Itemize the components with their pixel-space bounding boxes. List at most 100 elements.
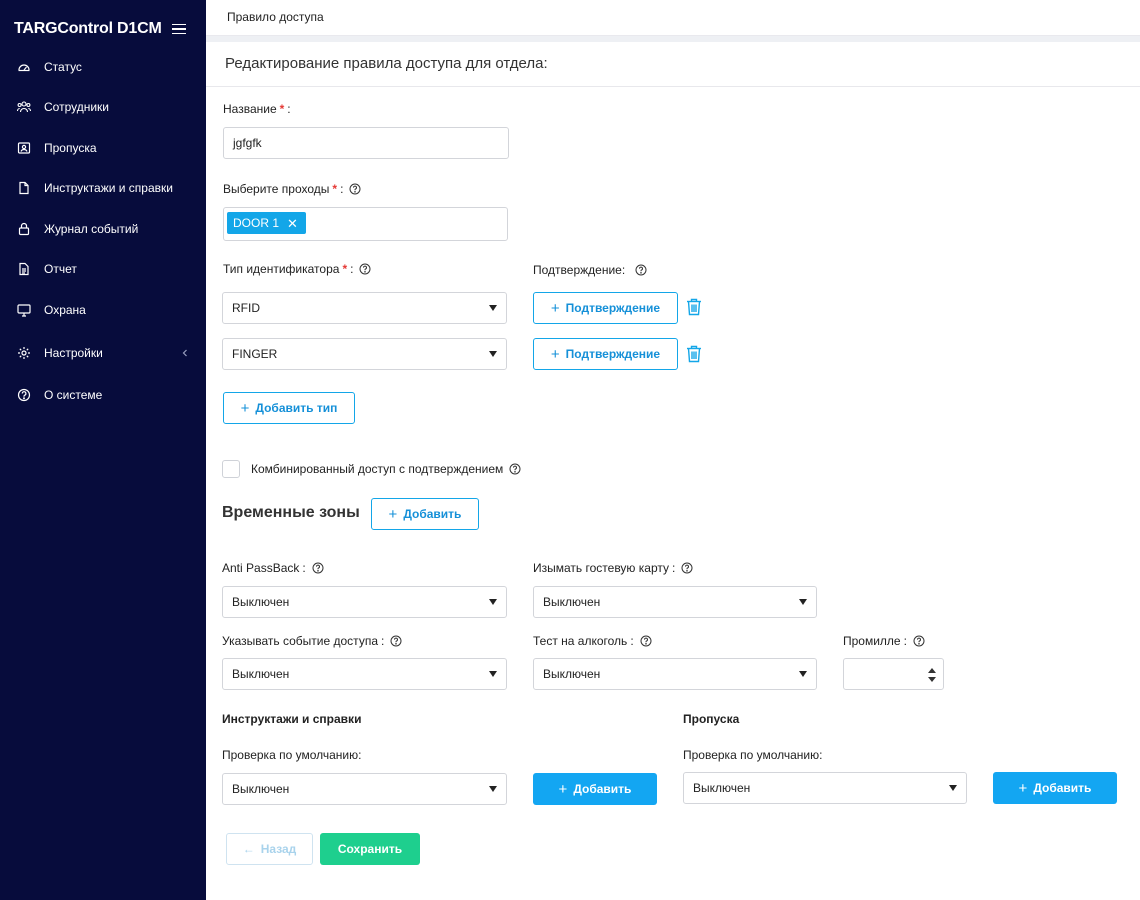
close-icon[interactable]: ✕ (287, 217, 298, 230)
combined-access-label: Комбинированный доступ с подтверждением (251, 462, 521, 476)
passage-tag: DOOR 1 ✕ (227, 212, 306, 234)
alcohol-test-select[interactable]: Выключен (533, 658, 817, 690)
sidebar-item-passes[interactable]: Пропуска (0, 134, 206, 162)
id-type-label: Тип идентификатора *: (223, 262, 371, 276)
page-title: Правило доступа (227, 10, 324, 24)
guest-card-label: Изымать гостевую карту: (533, 561, 693, 575)
required-mark: * (279, 102, 285, 116)
caret-down-icon (949, 785, 957, 791)
button-label: Подтверждение (565, 301, 661, 315)
access-event-label-text: Указывать событие доступа (222, 634, 378, 648)
id-type-value: RFID (232, 301, 260, 315)
sidebar-item-label: Журнал событий (44, 222, 139, 236)
plus-icon: + (388, 505, 398, 523)
alcohol-test-label-text: Тест на алкоголь (533, 634, 628, 648)
sidebar-item-about[interactable]: О системе (0, 381, 206, 409)
select-value: Выключен (232, 595, 290, 609)
sidebar-item-report[interactable]: Отчет (0, 255, 206, 283)
plus-icon: + (558, 780, 568, 798)
access-event-label: Указывать событие доступа: (222, 634, 402, 648)
add-confirmation-button-1[interactable]: + Подтверждение (533, 292, 678, 324)
passages-select[interactable]: DOOR 1 ✕ (223, 207, 508, 241)
help-icon[interactable] (681, 562, 693, 574)
passage-tag-label: DOOR 1 (233, 216, 280, 230)
sidebar-item-status[interactable]: Статус (0, 53, 206, 81)
sidebar-item-security[interactable]: Охрана (0, 296, 206, 324)
sidebar-item-label: Статус (44, 60, 82, 74)
trash-icon[interactable] (686, 298, 702, 316)
required-mark: * (332, 182, 338, 196)
help-icon[interactable] (390, 635, 402, 647)
plus-icon: + (240, 399, 250, 417)
caret-down-icon (799, 671, 807, 677)
help-icon[interactable] (312, 562, 324, 574)
badge-icon (17, 141, 31, 155)
button-label: Подтверждение (565, 347, 661, 361)
help-icon[interactable] (509, 463, 521, 475)
access-event-select[interactable]: Выключен (222, 658, 507, 690)
combined-access-checkbox[interactable] (222, 460, 240, 478)
sidebar-item-briefings[interactable]: Инструктажи и справки (0, 174, 206, 202)
caret-down-icon (489, 351, 497, 357)
document-icon (17, 181, 31, 195)
sidebar-item-label: Настройки (44, 346, 103, 360)
help-icon[interactable] (635, 264, 647, 276)
name-label: Название *: (223, 102, 291, 116)
select-value: Выключен (693, 781, 751, 795)
anti-passback-select[interactable]: Выключен (222, 586, 507, 618)
passages-label-text: Выберите проходы (223, 182, 330, 196)
menu-toggle-icon[interactable] (171, 23, 186, 35)
id-type-label-text: Тип идентификатора (223, 262, 340, 276)
promille-label: Промилле: (843, 634, 925, 648)
monitor-icon (17, 303, 31, 317)
report-icon (17, 262, 31, 276)
sidebar-item-event-log[interactable]: Журнал событий (0, 215, 206, 243)
guest-card-select[interactable]: Выключен (533, 586, 817, 618)
add-type-button[interactable]: + Добавить тип (223, 392, 355, 424)
name-label-text: Название (223, 102, 277, 116)
add-confirmation-button-2[interactable]: + Подтверждение (533, 338, 678, 370)
passes-default-check-label: Проверка по умолчанию: (683, 748, 823, 762)
chevron-left-icon (182, 349, 187, 357)
select-value: Выключен (543, 667, 601, 681)
help-icon[interactable] (349, 183, 361, 195)
promille-stepper[interactable] (843, 658, 944, 690)
plus-icon: + (550, 345, 560, 363)
sidebar: TARGControl D1CM Статус Сотрудники Пропу… (0, 0, 206, 900)
briefings-select[interactable]: Выключен (222, 773, 507, 805)
button-label: Добавить (573, 782, 632, 796)
trash-icon[interactable] (686, 345, 702, 363)
select-value: Выключен (232, 667, 290, 681)
sidebar-item-label: Инструктажи и справки (44, 181, 173, 195)
passes-select[interactable]: Выключен (683, 772, 967, 804)
sidebar-item-label: Охрана (44, 303, 86, 317)
plus-icon: + (550, 299, 560, 317)
id-type-select-1[interactable]: RFID (222, 292, 507, 324)
save-button[interactable]: Сохранить (320, 833, 420, 865)
confirmation-label-text: Подтверждение: (533, 263, 626, 277)
button-label: Назад (260, 842, 297, 856)
guest-card-label-text: Изымать гостевую карту (533, 561, 669, 575)
sidebar-item-employees[interactable]: Сотрудники (0, 93, 206, 121)
plus-icon: + (1018, 779, 1028, 797)
add-time-zone-button[interactable]: + Добавить (371, 498, 479, 530)
sidebar-item-label: Отчет (44, 262, 77, 276)
name-input[interactable]: jgfgfk (223, 127, 509, 159)
arrow-left-icon: ← (242, 842, 255, 856)
help-icon[interactable] (640, 635, 652, 647)
briefings-default-check-label: Проверка по умолчанию: (222, 748, 362, 762)
passages-label: Выберите проходы *: (223, 182, 361, 196)
stepper-arrows-icon[interactable] (927, 665, 937, 685)
users-icon (17, 100, 31, 114)
add-pass-button[interactable]: + Добавить (993, 772, 1117, 804)
sidebar-item-settings[interactable]: Настройки (0, 339, 206, 367)
required-mark: * (342, 262, 348, 276)
help-icon[interactable] (359, 263, 371, 275)
caret-down-icon (489, 671, 497, 677)
caret-down-icon (489, 786, 497, 792)
help-icon[interactable] (913, 635, 925, 647)
add-briefing-button[interactable]: + Добавить (533, 773, 657, 805)
back-button[interactable]: ← Назад (226, 833, 313, 865)
anti-passback-label: Anti PassBack: (222, 561, 324, 575)
id-type-select-2[interactable]: FINGER (222, 338, 507, 370)
